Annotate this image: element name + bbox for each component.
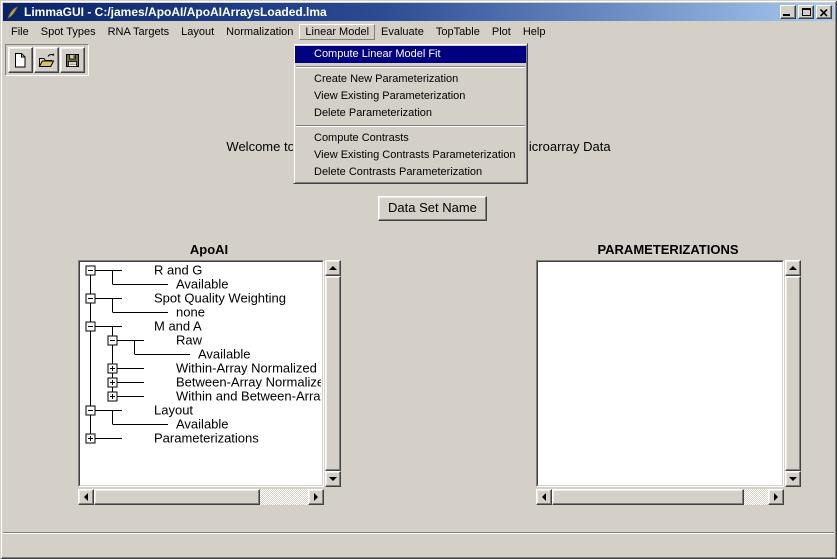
menu-item-layout[interactable]: Layout bbox=[175, 24, 220, 40]
open-file-button[interactable] bbox=[34, 47, 59, 73]
minimize-button[interactable] bbox=[780, 5, 796, 19]
arrow-down-icon bbox=[329, 477, 337, 481]
menu-item-normalization[interactable]: Normalization bbox=[220, 24, 299, 40]
new-file-button[interactable] bbox=[8, 47, 33, 73]
parameterizations-horizontal-scrollbar bbox=[536, 489, 784, 505]
arrow-left-icon bbox=[542, 493, 546, 501]
bottom-separator bbox=[3, 532, 834, 534]
tree-node-m-and-a[interactable]: M and A bbox=[154, 319, 202, 334]
tree-node-available-raw[interactable]: Available bbox=[198, 347, 251, 362]
menu-item-delete-parameterization[interactable]: Delete Parameterization bbox=[295, 105, 526, 122]
menu-item-linear-model[interactable]: Linear Model bbox=[299, 24, 375, 40]
menu-item-delete-contrasts-parameterization[interactable]: Delete Contrasts Parameterization bbox=[295, 164, 526, 181]
right-panel-title: PARAMETERIZATIONS bbox=[536, 242, 800, 257]
save-file-button[interactable] bbox=[60, 47, 85, 73]
menu-item-toptable[interactable]: TopTable bbox=[430, 24, 486, 40]
parameterizations-listbox[interactable] bbox=[536, 260, 784, 487]
scroll-right-button[interactable] bbox=[768, 489, 784, 505]
arrow-left-icon bbox=[84, 493, 88, 501]
menu-item-compute-linear-model-fit[interactable]: Compute Linear Model Fit bbox=[295, 46, 526, 63]
arrow-down-icon bbox=[789, 477, 797, 481]
maximize-button[interactable] bbox=[798, 5, 814, 19]
parameterizations-vertical-scrollbar bbox=[785, 260, 801, 487]
menu-item-compute-contrasts[interactable]: Compute Contrasts bbox=[295, 130, 526, 147]
menu-item-evaluate[interactable]: Evaluate bbox=[375, 24, 430, 40]
scroll-up-button[interactable] bbox=[325, 260, 341, 276]
scroll-down-button[interactable] bbox=[325, 471, 341, 487]
menu-item-rna-targets[interactable]: RNA Targets bbox=[102, 24, 176, 40]
data-set-tree-panel: R and G Available Spot Quality Weighting… bbox=[78, 260, 341, 506]
vscroll-thumb[interactable] bbox=[325, 276, 341, 471]
scroll-down-button[interactable] bbox=[785, 471, 801, 487]
hscroll-thumb[interactable] bbox=[552, 489, 744, 505]
tree-node-r-and-g[interactable]: R and G bbox=[154, 263, 202, 278]
tree-node-raw[interactable]: Raw bbox=[176, 333, 203, 348]
scroll-left-button[interactable] bbox=[536, 489, 552, 505]
scroll-up-button[interactable] bbox=[785, 260, 801, 276]
menu-separator bbox=[296, 66, 525, 68]
menu-item-create-new-parameterization[interactable]: Create New Parameterization bbox=[295, 71, 526, 88]
menu-item-view-existing-contrasts-parameterization[interactable]: View Existing Contrasts Parameterization bbox=[295, 147, 526, 164]
arrow-up-icon bbox=[789, 266, 797, 270]
tree-node-layout[interactable]: Layout bbox=[154, 403, 193, 418]
app-feather-icon bbox=[6, 6, 19, 19]
close-button[interactable] bbox=[816, 5, 832, 19]
scroll-right-button[interactable] bbox=[308, 489, 324, 505]
tree-node-available-layout[interactable]: Available bbox=[176, 417, 229, 432]
tree-node-none[interactable]: none bbox=[176, 305, 205, 320]
menu-item-view-existing-parameterization[interactable]: View Existing Parameterization bbox=[295, 88, 526, 105]
title-bar[interactable]: LimmaGUI - C:/james/ApoAI/ApoAIArraysLoa… bbox=[3, 3, 834, 21]
tree-node-within-and-between-array-normalized[interactable]: Within and Between-Array Norm bbox=[176, 389, 321, 404]
arrow-up-icon bbox=[329, 266, 337, 270]
close-icon bbox=[820, 9, 828, 17]
tree-node-within-array-normalized[interactable]: Within-Array Normalized bbox=[176, 361, 317, 376]
tree-horizontal-scrollbar bbox=[78, 489, 324, 505]
data-set-name-button[interactable]: Data Set Name bbox=[378, 196, 487, 221]
menu-item-help[interactable]: Help bbox=[517, 24, 552, 40]
arrow-right-icon bbox=[774, 493, 778, 501]
tree-node-spot-quality-weighting[interactable]: Spot Quality Weighting bbox=[154, 291, 286, 306]
maximize-icon bbox=[802, 8, 811, 16]
toolbar bbox=[5, 44, 89, 76]
open-folder-icon bbox=[38, 52, 56, 69]
new-document-icon bbox=[12, 52, 29, 69]
tree-node-available-rg[interactable]: Available bbox=[176, 277, 229, 292]
menu-item-spot-types[interactable]: Spot Types bbox=[35, 24, 102, 40]
data-set-tree[interactable]: R and G Available Spot Quality Weighting… bbox=[80, 262, 321, 484]
menu-item-file[interactable]: File bbox=[5, 24, 35, 40]
left-panel-title: ApoAI bbox=[78, 242, 340, 257]
vscroll-thumb[interactable] bbox=[785, 276, 801, 471]
minimize-icon bbox=[783, 14, 790, 16]
scroll-left-button[interactable] bbox=[78, 489, 94, 505]
tree-node-between-array-normalized[interactable]: Between-Array Normalized bbox=[176, 375, 321, 390]
hscroll-thumb[interactable] bbox=[94, 489, 260, 505]
app-window: LimmaGUI - C:/james/ApoAI/ApoAIArraysLoa… bbox=[0, 0, 837, 559]
save-floppy-icon bbox=[64, 52, 81, 69]
linear-model-menu: Compute Linear Model Fit Create New Para… bbox=[293, 43, 528, 184]
parameterizations-panel bbox=[536, 260, 801, 506]
tree-node-parameterizations[interactable]: Parameterizations bbox=[154, 431, 259, 446]
tree-vertical-scrollbar bbox=[325, 260, 341, 487]
menu-item-plot[interactable]: Plot bbox=[486, 24, 517, 40]
window-title: LimmaGUI - C:/james/ApoAI/ApoAIArraysLoa… bbox=[24, 5, 327, 19]
menu-separator bbox=[296, 125, 525, 127]
menu-bar: File Spot Types RNA Targets Layout Norma… bbox=[3, 22, 834, 41]
data-set-tree-listbox[interactable]: R and G Available Spot Quality Weighting… bbox=[78, 260, 324, 487]
arrow-right-icon bbox=[314, 493, 318, 501]
